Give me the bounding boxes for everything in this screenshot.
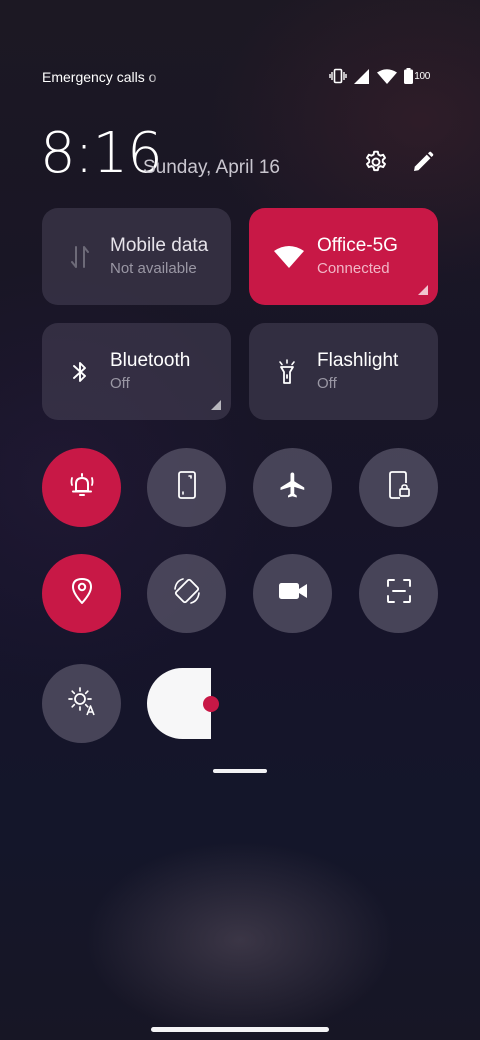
tile-title: Mobile data <box>110 235 209 256</box>
pencil-icon <box>411 150 435 179</box>
brightness-slider-handle[interactable] <box>203 696 219 712</box>
screenshot-scan-icon <box>385 577 413 610</box>
clock-date: Sunday, April 16 <box>143 157 280 178</box>
expand-corner-icon[interactable] <box>418 285 428 295</box>
mobile-data-icon <box>64 241 96 273</box>
tile-wifi[interactable]: Office-5G Connected <box>249 208 438 305</box>
carrier-status-text: Emergency calls o <box>42 69 157 85</box>
video-camera-icon <box>278 579 308 608</box>
home-indicator[interactable] <box>151 1027 329 1032</box>
status-icons: 100 <box>329 66 430 86</box>
battery-indicator: 100 <box>404 68 430 84</box>
toggle-location[interactable] <box>42 554 121 633</box>
toggle-airplane[interactable] <box>253 448 332 527</box>
tile-title: Flashlight <box>317 350 399 371</box>
toggle-screenshot[interactable] <box>359 554 438 633</box>
battery-level: 100 <box>414 70 430 82</box>
gear-icon <box>363 149 389 180</box>
toggle-alarm[interactable] <box>42 448 121 527</box>
bluetooth-icon <box>64 356 96 388</box>
vibrate-icon <box>329 68 347 84</box>
auto-rotate-icon <box>171 575 203 612</box>
settings-button[interactable] <box>360 148 392 180</box>
tile-bluetooth-text: Bluetooth Off <box>110 349 210 395</box>
toggle-screen-record[interactable] <box>253 554 332 633</box>
tile-title: Office-5G <box>317 235 398 256</box>
tile-bluetooth[interactable]: Bluetooth Off <box>42 323 231 420</box>
expand-corner-icon[interactable] <box>211 400 221 410</box>
tile-subtitle: Connected <box>317 260 390 277</box>
toggle-auto-brightness[interactable] <box>42 664 121 743</box>
panel-drag-handle[interactable] <box>213 769 267 773</box>
auto-brightness-icon <box>66 685 98 722</box>
tile-flashlight[interactable]: Flashlight Off <box>249 323 438 420</box>
tile-subtitle: Off <box>317 375 337 392</box>
flashlight-icon <box>271 356 303 388</box>
battery-icon <box>404 68 414 84</box>
tile-subtitle: Not available <box>110 260 197 277</box>
toggle-portrait[interactable] <box>147 448 226 527</box>
tile-wifi-text: Office-5G Connected <box>317 234 427 280</box>
toggle-auto-rotate[interactable] <box>147 554 226 633</box>
edit-button[interactable] <box>407 148 439 180</box>
phone-portrait-icon <box>176 470 198 505</box>
tile-subtitle: Off <box>110 375 130 392</box>
location-pin-icon <box>70 576 94 611</box>
tile-mobile-data[interactable]: Mobile data Not available <box>42 208 231 305</box>
signal-icon <box>354 68 370 84</box>
tile-title: Bluetooth <box>110 350 191 371</box>
screen-lock-icon <box>387 470 411 505</box>
toggle-screen-lock[interactable] <box>359 448 438 527</box>
brightness-slider-fill[interactable] <box>147 668 211 739</box>
alarm-bell-icon <box>67 470 97 505</box>
wifi-icon <box>273 241 305 273</box>
wifi-icon <box>377 68 398 84</box>
tile-mobile-data-text: Mobile data Not available <box>110 234 220 280</box>
airplane-icon <box>278 470 308 505</box>
tile-flashlight-text: Flashlight Off <box>317 349 417 395</box>
